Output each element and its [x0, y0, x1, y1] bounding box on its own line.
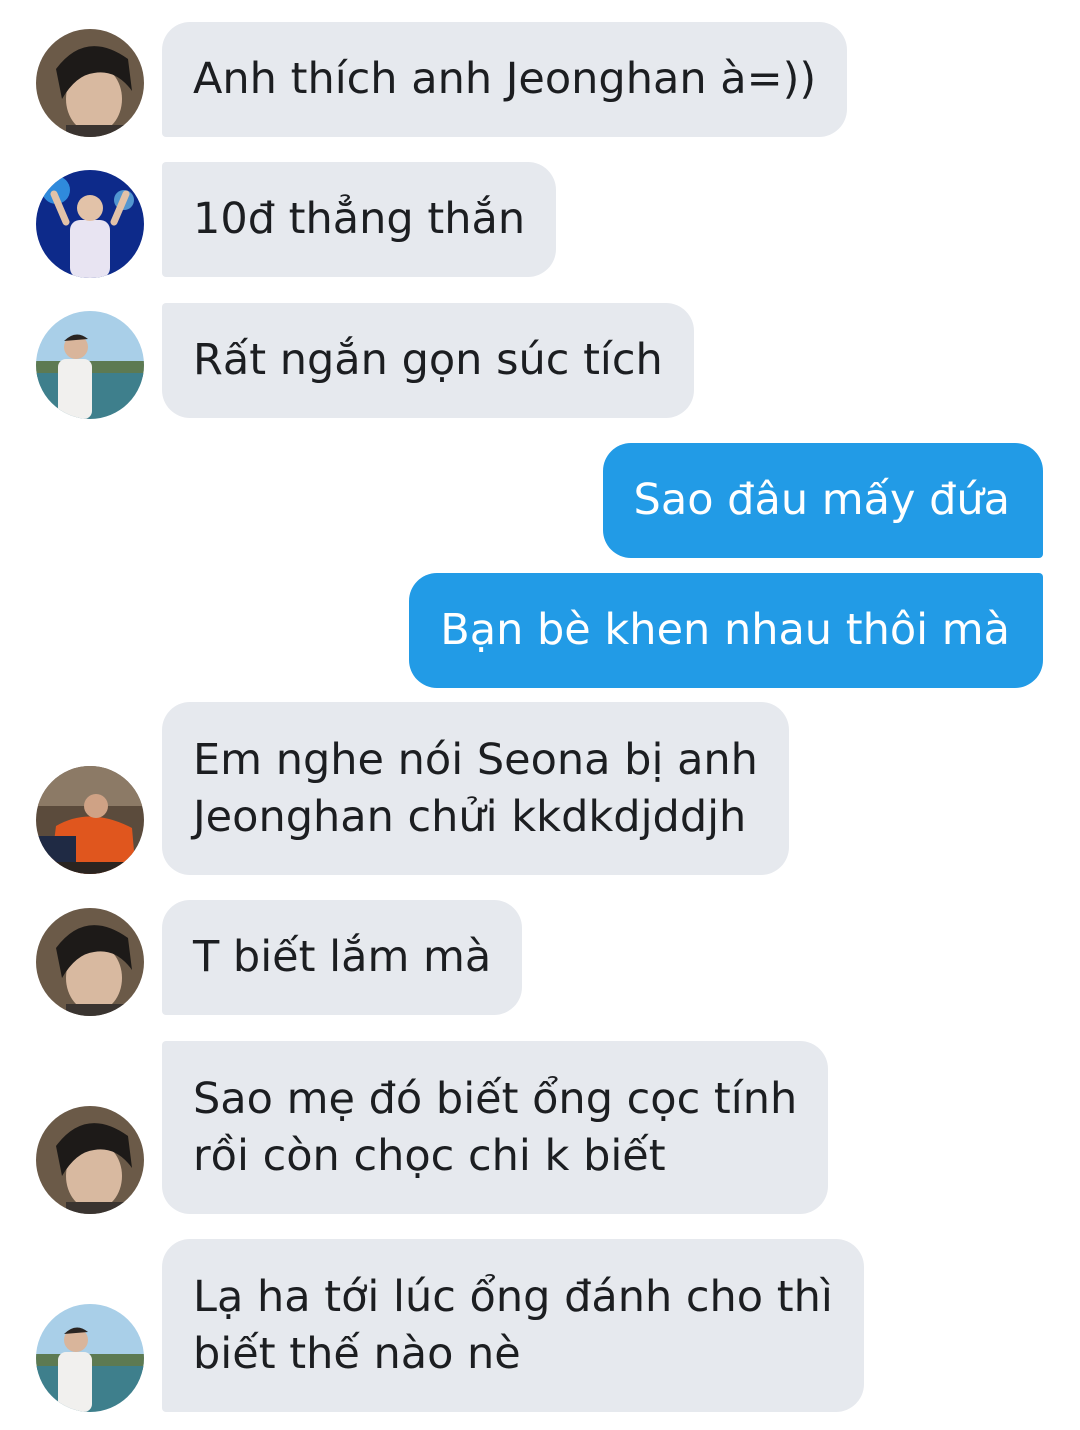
dark-hair-selfie-icon — [36, 29, 144, 137]
message-bubble[interactable]: Em nghe nói Seona bị anh Jeonghan chửi k… — [162, 702, 789, 875]
seaside-photo-icon — [36, 1304, 144, 1412]
message-text-line: Jeonghan chửi kkdkdjddjh — [193, 791, 747, 842]
message-bubble-outgoing[interactable]: Bạn bè khen nhau thôi mà — [409, 573, 1043, 688]
avatar[interactable] — [36, 766, 144, 874]
message-text: 10đ thẳng thắn — [193, 194, 526, 244]
seaside-photo-icon — [36, 311, 144, 419]
message-text-line: rồi còn chọc chi k biết — [193, 1130, 666, 1181]
avatar[interactable] — [36, 29, 144, 137]
dark-hair-selfie-icon — [36, 908, 144, 1016]
orange-shirt-icon — [36, 766, 144, 874]
message-text-line: Lạ ha tới lúc ổng đánh cho thì — [193, 1271, 833, 1322]
message-text: T biết lắm mà — [193, 932, 492, 982]
avatar[interactable] — [36, 1106, 144, 1214]
dark-hair-selfie-icon — [36, 1106, 144, 1214]
message-bubble[interactable]: T biết lắm mà — [162, 900, 523, 1015]
message-text: Rất ngắn gọn súc tích — [193, 335, 663, 385]
avatar[interactable] — [36, 170, 144, 278]
message-bubble[interactable]: Lạ ha tới lúc ổng đánh cho thì biết thế … — [162, 1239, 864, 1412]
message-bubble[interactable]: Anh thích anh Jeonghan à=)) — [162, 22, 848, 137]
message-text-line: biết thế nào nè — [193, 1328, 521, 1379]
avatar[interactable] — [36, 1304, 144, 1412]
message-bubble[interactable]: 10đ thẳng thắn — [162, 162, 557, 277]
message-bubble[interactable]: Rất ngắn gọn súc tích — [162, 303, 694, 418]
message-text: Anh thích anh Jeonghan à=)) — [193, 54, 817, 104]
message-text-line: Em nghe nói Seona bị anh — [193, 734, 758, 785]
avatar[interactable] — [36, 908, 144, 1016]
message-text-line: Sao mẹ đó biết ổng cọc tính — [193, 1073, 798, 1124]
avatar[interactable] — [36, 311, 144, 419]
message-bubble-outgoing[interactable]: Sao đâu mấy đứa — [602, 443, 1043, 558]
message-bubble[interactable]: Sao mẹ đó biết ổng cọc tính rồi còn chọc… — [162, 1041, 829, 1214]
concert-stage-icon — [36, 170, 144, 278]
message-text: Sao đâu mấy đứa — [633, 475, 1010, 525]
message-text: Bạn bè khen nhau thôi mà — [440, 605, 1010, 655]
